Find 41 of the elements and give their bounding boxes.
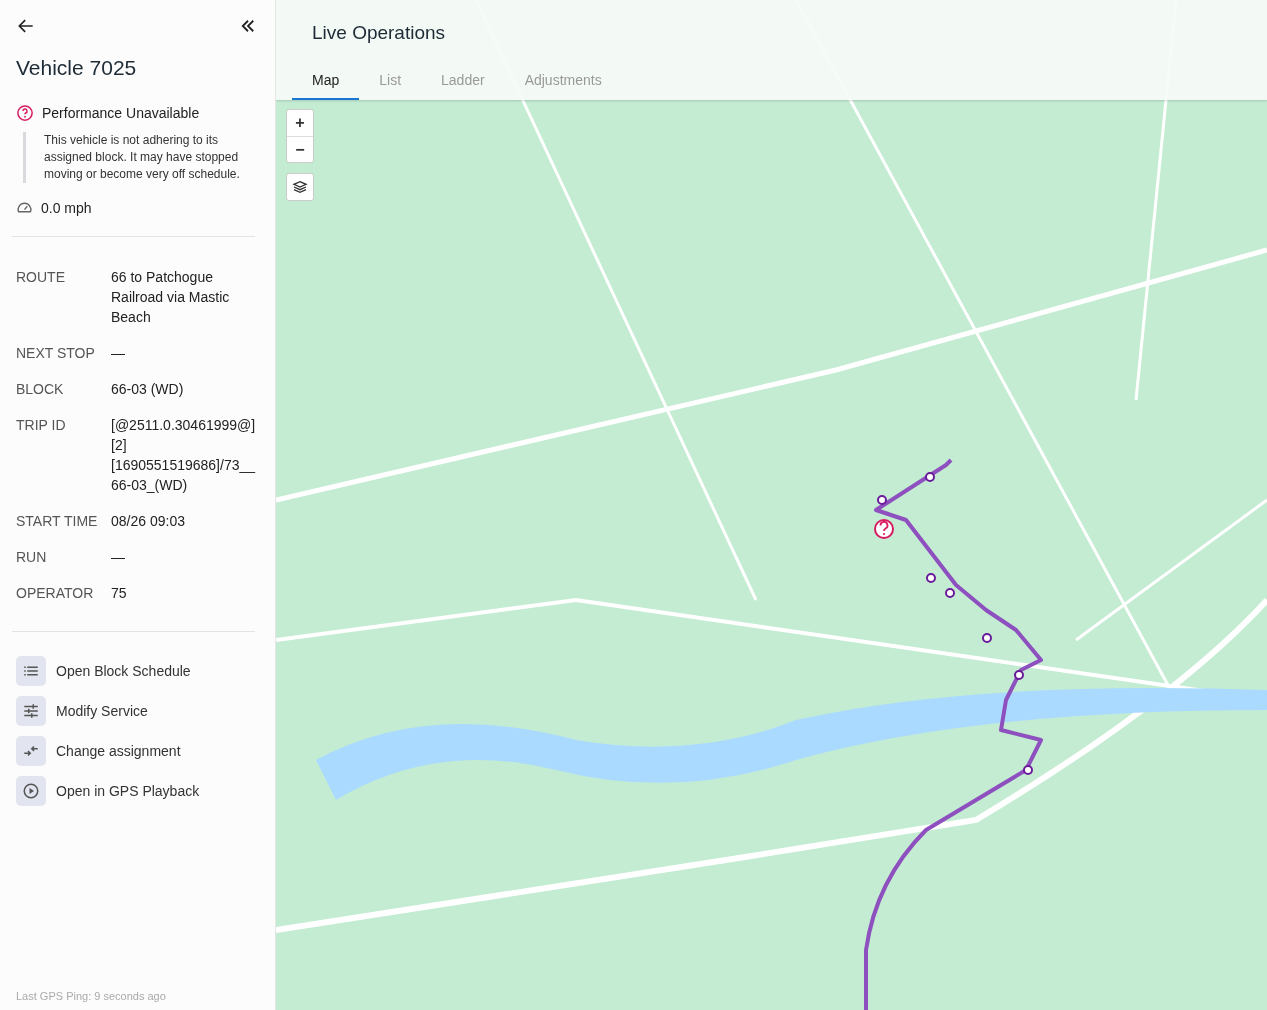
zoom-out-button[interactable]: −: [287, 136, 313, 162]
question-circle-icon: [16, 104, 34, 122]
vehicle-alert-marker[interactable]: [874, 519, 894, 539]
layers-icon: [292, 179, 308, 195]
stop-marker[interactable]: [1023, 765, 1033, 775]
detail-value: 75: [111, 584, 128, 603]
double-chevron-icon: [239, 17, 257, 35]
play-circle-icon: [22, 782, 40, 800]
stop-marker[interactable]: [1014, 670, 1024, 680]
action-button[interactable]: Change assignment: [16, 736, 259, 766]
zoom-in-button[interactable]: +: [287, 110, 313, 136]
detail-label: ROUTE: [16, 268, 66, 287]
vehicle-title: Vehicle 7025: [16, 56, 138, 80]
action-button[interactable]: Modify Service: [16, 696, 259, 726]
action-button[interactable]: Open Block Schedule: [16, 656, 259, 686]
detail-value: 66 to Patchogue Railroad via Mastic Beach: [111, 268, 231, 327]
tab[interactable]: Map: [292, 72, 360, 100]
stop-marker[interactable]: [926, 573, 936, 583]
sliders-icon: [22, 702, 40, 720]
detail-label: START TIME: [16, 512, 99, 531]
detail-label: RUN: [16, 548, 48, 567]
detail-value: —: [111, 344, 126, 363]
detail-value: 66-03 (WD): [111, 380, 185, 399]
status-description: This vehicle is not adhering to its assigned block. It may have stopped moving or become very off schedule.: [23, 132, 259, 183]
action-button[interactable]: Open in GPS Playback: [16, 776, 259, 806]
detail-label: OPERATOR: [16, 584, 95, 603]
detail-label: TRIP ID: [16, 416, 67, 435]
stop-marker[interactable]: [925, 472, 935, 482]
detail-value: —: [111, 548, 126, 567]
last-ping-text: Last GPS Ping: 9 seconds ago: [15, 990, 167, 1002]
detail-label: NEXT STOP: [16, 344, 96, 363]
page-title: Live Operations: [312, 22, 447, 44]
status-title: Performance Unavailable: [42, 105, 200, 121]
detail-value: 08/26 09:03: [111, 512, 186, 531]
layers-button[interactable]: [286, 173, 314, 201]
detail-value: [@2511.0.30461999@][2][1690551519686]/73__66-03_(WD): [111, 416, 257, 495]
stop-marker[interactable]: [877, 495, 887, 505]
stop-marker[interactable]: [982, 633, 992, 643]
speed-value: 0.0 mph: [41, 199, 92, 216]
detail-label: BLOCK: [16, 380, 65, 399]
stop-marker[interactable]: [945, 588, 955, 598]
